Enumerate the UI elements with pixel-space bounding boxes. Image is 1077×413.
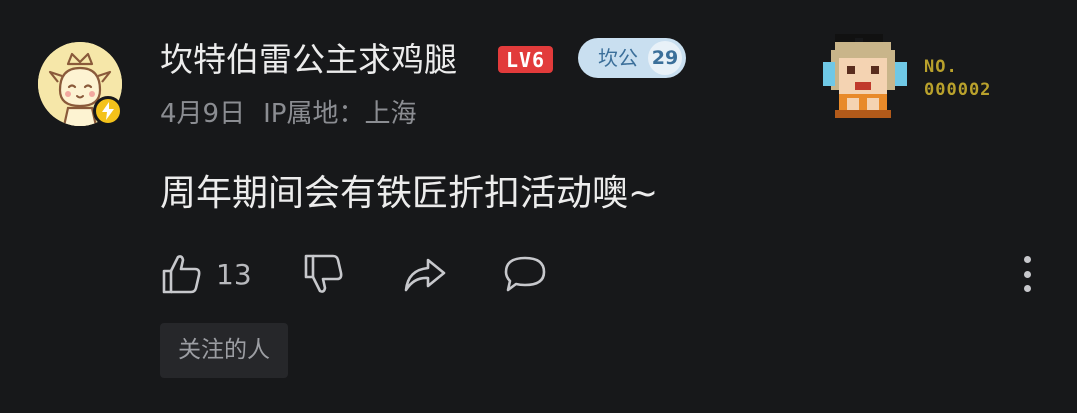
comment-bubble-icon xyxy=(504,256,546,292)
dislike-button[interactable] xyxy=(302,248,346,300)
more-dot xyxy=(1023,270,1031,278)
vip-badge xyxy=(93,96,123,126)
share-arrow-icon xyxy=(404,258,446,292)
ip-location: IP属地：上海 xyxy=(263,99,417,129)
pixel-decoration-label: NO. 000002 xyxy=(924,56,991,102)
like-button[interactable]: 13 xyxy=(160,248,252,300)
comment-date: 4月9日 xyxy=(160,99,246,129)
action-bar: 13 xyxy=(0,248,1077,300)
comment-text: 周年期间会有铁匠折扣活动噢~ xyxy=(160,173,659,214)
following-tag[interactable]: 关注的人 xyxy=(160,323,288,378)
more-vertical-icon[interactable] xyxy=(1017,256,1037,292)
pixel-label-line2: 000002 xyxy=(924,80,992,100)
more-dot xyxy=(1023,256,1031,263)
like-count: 13 xyxy=(216,257,252,291)
lightning-icon xyxy=(102,102,114,120)
fan-badge-level: 29 xyxy=(648,41,682,75)
fan-badge[interactable]: 坎公 29 xyxy=(578,38,686,78)
comment-meta: 4月9日 IP属地：上海 xyxy=(160,96,416,132)
level-text: LV6 xyxy=(505,47,546,72)
thumbs-up-icon xyxy=(162,255,201,294)
reply-button[interactable] xyxy=(502,248,548,300)
thumbs-down-icon xyxy=(304,254,343,293)
pixel-character-decoration xyxy=(815,30,915,126)
pixel-character-icon xyxy=(823,34,907,118)
fan-badge-name: 坎公 xyxy=(598,46,638,70)
more-dot xyxy=(1023,285,1031,292)
username[interactable]: 坎特伯雷公主求鸡腿 xyxy=(160,38,457,82)
pixel-label-line1: NO. xyxy=(924,57,958,77)
share-button[interactable] xyxy=(402,248,448,300)
level-badge: LV6 xyxy=(498,46,553,73)
